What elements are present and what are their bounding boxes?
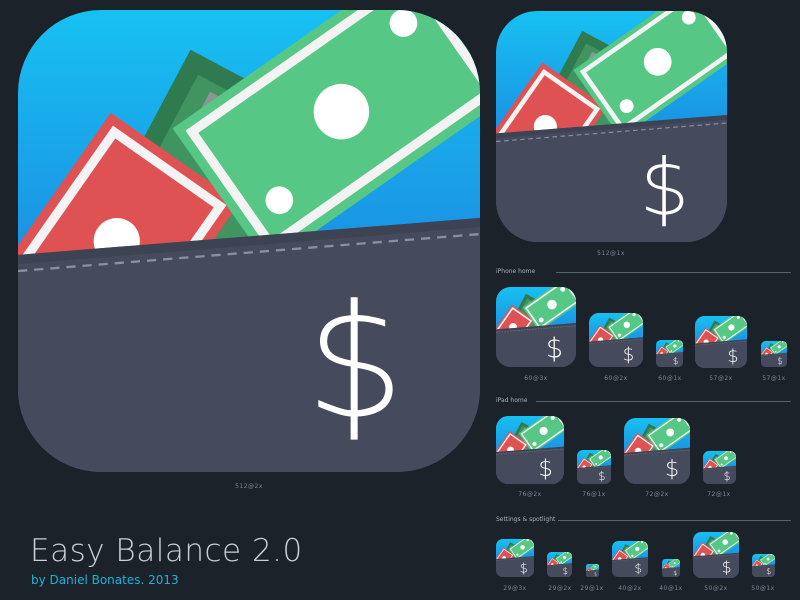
app-icon-76-1x [577, 450, 611, 484]
app-icon-60-1x [656, 340, 683, 367]
app-icon-label: 72@2x [645, 491, 669, 498]
app-icon-label: 40@2x [618, 585, 642, 592]
app-icon-label: 60@1x [658, 375, 682, 382]
section-title: iPhone home [496, 268, 536, 275]
app-icon-57-1x [761, 341, 787, 367]
section-ipad-home: iPad home [496, 397, 791, 405]
app-icon-label: 60@3x [524, 375, 548, 382]
app-icon-label: 29@1x [580, 585, 604, 592]
section-divider [558, 520, 791, 521]
app-icon-label: 29@3x [503, 585, 527, 592]
app-icon-label: 57@2x [709, 375, 733, 382]
app-icon-60-2x [589, 313, 643, 367]
section-title: iPad home [496, 397, 528, 404]
app-icon-60-3x [496, 287, 576, 367]
app-icon-label: 512@1x [597, 250, 625, 257]
app-icon-label: 512@2x [235, 483, 263, 490]
section-divider [536, 401, 791, 402]
section-divider [556, 272, 791, 273]
section-iphone-home: iPhone home [496, 268, 791, 276]
app-icon-29-1x [586, 564, 599, 577]
app-icon-40-2x [612, 541, 648, 577]
app-icon-50-2x [693, 532, 739, 578]
app-icon-72-2x [624, 418, 690, 484]
app-title: Easy Balance 2.0 [30, 533, 303, 569]
app-icon-label: 60@2x [604, 375, 628, 382]
app-icon-label: 50@2x [704, 585, 728, 592]
app-icon-40-1x [662, 559, 680, 577]
app-icon-label: 50@1x [751, 585, 775, 592]
app-icon-512-1x [496, 11, 727, 242]
app-icon-label: 40@1x [659, 585, 683, 592]
app-icon-50-1x [752, 554, 775, 577]
app-icon-29-3x [496, 539, 534, 577]
app-icon-label: 76@2x [518, 491, 542, 498]
app-icon-label: 76@1x [582, 491, 606, 498]
app-icon-76-2x [496, 416, 564, 484]
app-icon-512-2x [18, 10, 480, 472]
app-icon-label: 57@1x [762, 375, 786, 382]
app-icon-label: 72@1x [707, 491, 731, 498]
section-settings-spotlight: Settings & spotlight [496, 516, 791, 524]
section-title: Settings & spotlight [496, 516, 556, 523]
app-credit: by Daniel Bonates. 2013 [31, 573, 179, 587]
app-icon-29-2x [547, 552, 572, 577]
app-icon-57-2x [695, 316, 747, 368]
app-icon-72-1x [703, 451, 736, 484]
